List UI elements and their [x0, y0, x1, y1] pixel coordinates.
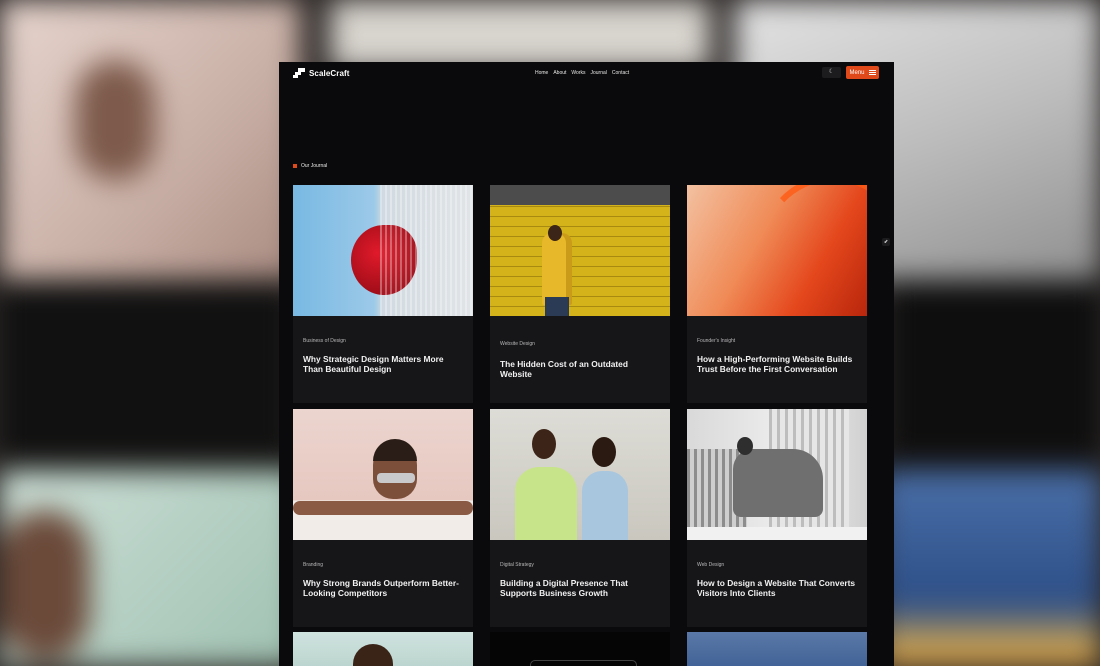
journal-card[interactable]: Business of Design Why Strategic Design … — [293, 185, 473, 403]
backdrop-bottom-left — [0, 470, 300, 666]
card-category: Web Design — [697, 562, 725, 568]
backdrop-bottom-right — [880, 470, 1100, 666]
main-nav: Home About Works Journal Contact — [535, 70, 629, 76]
journal-card[interactable]: Founder's Insight How a High-Performing … — [687, 185, 867, 403]
card-image — [687, 409, 867, 540]
logo-mark-icon — [293, 68, 305, 78]
journal-card[interactable]: Website Design The Hidden Cost of an Out… — [490, 185, 670, 403]
section-label: Our Journal — [293, 163, 327, 169]
card-title[interactable]: How to Design a Website That Converts Vi… — [697, 578, 859, 598]
backdrop-dark-left — [0, 280, 290, 450]
nav-home[interactable]: Home — [535, 70, 548, 76]
card-title[interactable]: How a High-Performing Website Builds Tru… — [697, 354, 859, 374]
nav-contact[interactable]: Contact — [612, 70, 629, 76]
top-bar: ScaleCraft Home About Works Journal Cont… — [279, 62, 894, 84]
site-window: ScaleCraft Home About Works Journal Cont… — [279, 62, 894, 666]
card-title[interactable]: Why Strategic Design Matters More Than B… — [303, 354, 465, 374]
card-image — [490, 185, 670, 316]
card-title[interactable]: Building a Digital Presence That Support… — [500, 578, 662, 598]
side-arrow-icon[interactable]: ⬋ — [882, 238, 890, 246]
card-category: Digital Strategy — [500, 562, 534, 568]
theme-toggle-button[interactable]: ☾ — [822, 67, 841, 78]
card-image — [687, 185, 867, 316]
hamburger-icon — [868, 70, 876, 75]
journal-card[interactable]: Branding Why Strong Brands Outperform Be… — [293, 409, 473, 627]
journal-card-peek[interactable] — [293, 632, 473, 666]
nav-works[interactable]: Works — [571, 70, 585, 76]
backdrop-portrait-left — [0, 0, 300, 280]
card-image — [293, 185, 473, 316]
card-category: Branding — [303, 562, 324, 568]
section-label-text: Our Journal — [301, 163, 328, 169]
journal-card[interactable]: Web Design How to Design a Website That … — [687, 409, 867, 627]
nav-about[interactable]: About — [553, 70, 566, 76]
card-title[interactable]: The Hidden Cost of an Outdated Website — [500, 359, 662, 379]
accent-dot-icon — [293, 164, 297, 168]
card-image — [490, 409, 670, 540]
nav-journal[interactable]: Journal — [591, 70, 607, 76]
card-title[interactable]: Why Strong Brands Outperform Better-Look… — [303, 578, 465, 598]
card-image — [293, 409, 473, 540]
card-category: Founder's Insight — [697, 338, 736, 344]
menu-button[interactable]: Menu — [846, 66, 879, 79]
backdrop-top-center — [330, 0, 710, 70]
card-category: Website Design — [500, 341, 535, 347]
moon-icon: ☾ — [828, 69, 835, 75]
journal-card[interactable]: Digital Strategy Building a Digital Pres… — [490, 409, 670, 627]
card-category: Business of Design — [303, 338, 346, 344]
brand-name: ScaleCraft — [309, 68, 350, 78]
backdrop-dark-right — [890, 280, 1100, 450]
journal-card-peek[interactable] — [687, 632, 867, 666]
menu-label: Menu — [849, 69, 865, 76]
journal-card-peek[interactable] — [490, 632, 670, 666]
logo[interactable]: ScaleCraft — [293, 68, 350, 78]
